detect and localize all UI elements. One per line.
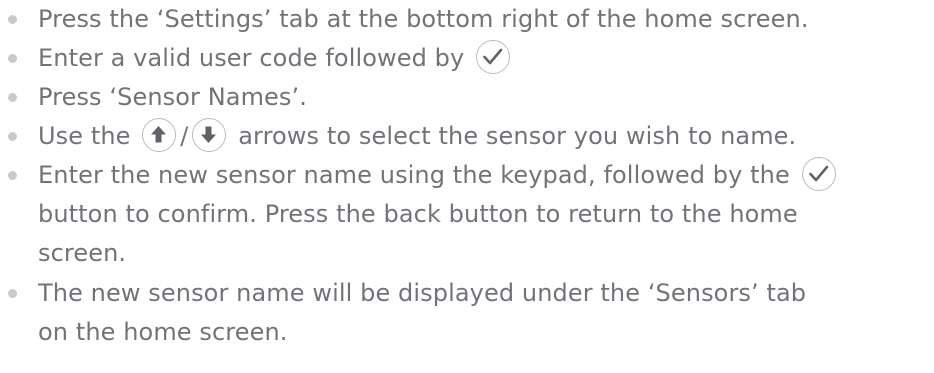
- step-text: Press ‘Sensor Names’.: [38, 83, 307, 111]
- instruction-list: Press the ‘Settings’ tab at the bottom r…: [0, 0, 934, 352]
- check-icon: [801, 157, 836, 191]
- bullet-dot: [8, 54, 17, 63]
- list-item: Use the / arrows to select the sensor yo…: [0, 117, 934, 156]
- step-text: Enter a valid user code followed by: [38, 44, 465, 72]
- list-item: Press the ‘Settings’ tab at the bottom r…: [0, 0, 934, 39]
- step-text: screen.: [38, 239, 127, 267]
- check-icon: [476, 40, 511, 74]
- step-text: arrows to select the sensor you wish to …: [238, 122, 797, 150]
- list-item: The new sensor name will be displayed un…: [0, 274, 934, 352]
- list-item: Press ‘Sensor Names’.: [0, 78, 934, 117]
- arrow-up-icon: [142, 118, 177, 152]
- bullet-dot: [8, 15, 17, 24]
- step-text: on the home screen.: [38, 318, 288, 346]
- bullet-dot: [8, 289, 17, 298]
- bullet-dot: [8, 171, 17, 180]
- bullet-dot: [8, 93, 17, 102]
- step-text: Press the ‘Settings’ tab at the bottom r…: [38, 5, 809, 33]
- list-item: Enter the new sensor name using the keyp…: [0, 156, 934, 273]
- step-text: button to confirm. Press the back button…: [38, 200, 798, 228]
- list-item: Enter a valid user code followed by: [0, 39, 934, 78]
- step-separator: /: [180, 122, 189, 150]
- arrow-down-icon: [192, 118, 227, 152]
- step-text: The new sensor name will be displayed un…: [38, 279, 807, 307]
- step-text: Enter the new sensor name using the keyp…: [38, 161, 790, 189]
- step-text: Use the: [38, 122, 131, 150]
- bullet-dot: [8, 132, 17, 141]
